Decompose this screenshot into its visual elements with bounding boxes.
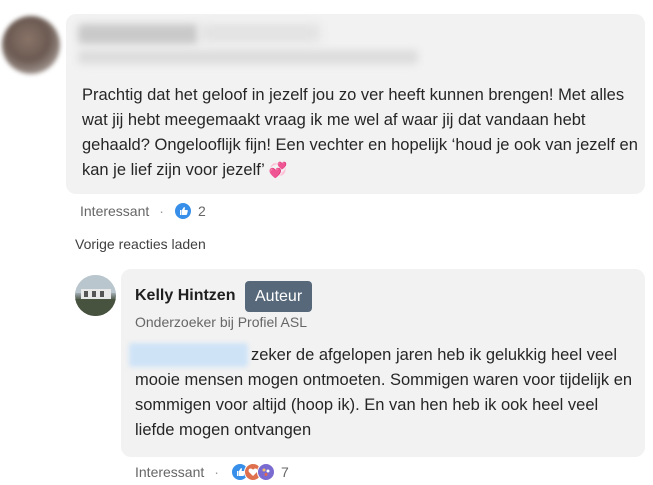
reaction-button[interactable]: Interessant <box>80 203 149 219</box>
reaction-icons[interactable] <box>230 463 275 481</box>
comment-body: Prachtig dat het geloof in jezelf jou zo… <box>82 86 638 179</box>
like-icon[interactable] <box>173 202 192 220</box>
separator-dot: · <box>159 203 164 219</box>
celebrate-icon <box>256 463 275 481</box>
reaction-count[interactable]: 2 <box>198 203 206 219</box>
author-avatar[interactable] <box>75 275 116 316</box>
reply-text: zeker de afgelopen jaren heb ik gelukkig… <box>135 346 633 439</box>
reply-actions: Interessant · 7 <box>135 463 289 481</box>
reaction-count[interactable]: 7 <box>281 464 289 480</box>
separator-dot: · <box>214 464 219 480</box>
blurred-commenter-name <box>78 24 198 44</box>
comment-actions: Interessant · 2 <box>80 202 206 220</box>
blurred-commenter-meta <box>200 24 320 42</box>
reaction-button[interactable]: Interessant <box>135 464 204 480</box>
hearts-emoji: 💞 <box>268 162 288 179</box>
reply-author-headline: Onderzoeker bij Profiel ASL <box>135 314 307 330</box>
commenter-avatar[interactable] <box>2 16 60 74</box>
author-badge: Auteur <box>245 281 313 312</box>
blurred-commenter-headline <box>78 50 418 64</box>
load-previous-replies-link[interactable]: Vorige reacties laden <box>75 236 206 252</box>
reply-author-name[interactable]: Kelly Hintzen <box>135 287 235 305</box>
comment-text: Prachtig dat het geloof in jezelf jou zo… <box>82 83 638 183</box>
